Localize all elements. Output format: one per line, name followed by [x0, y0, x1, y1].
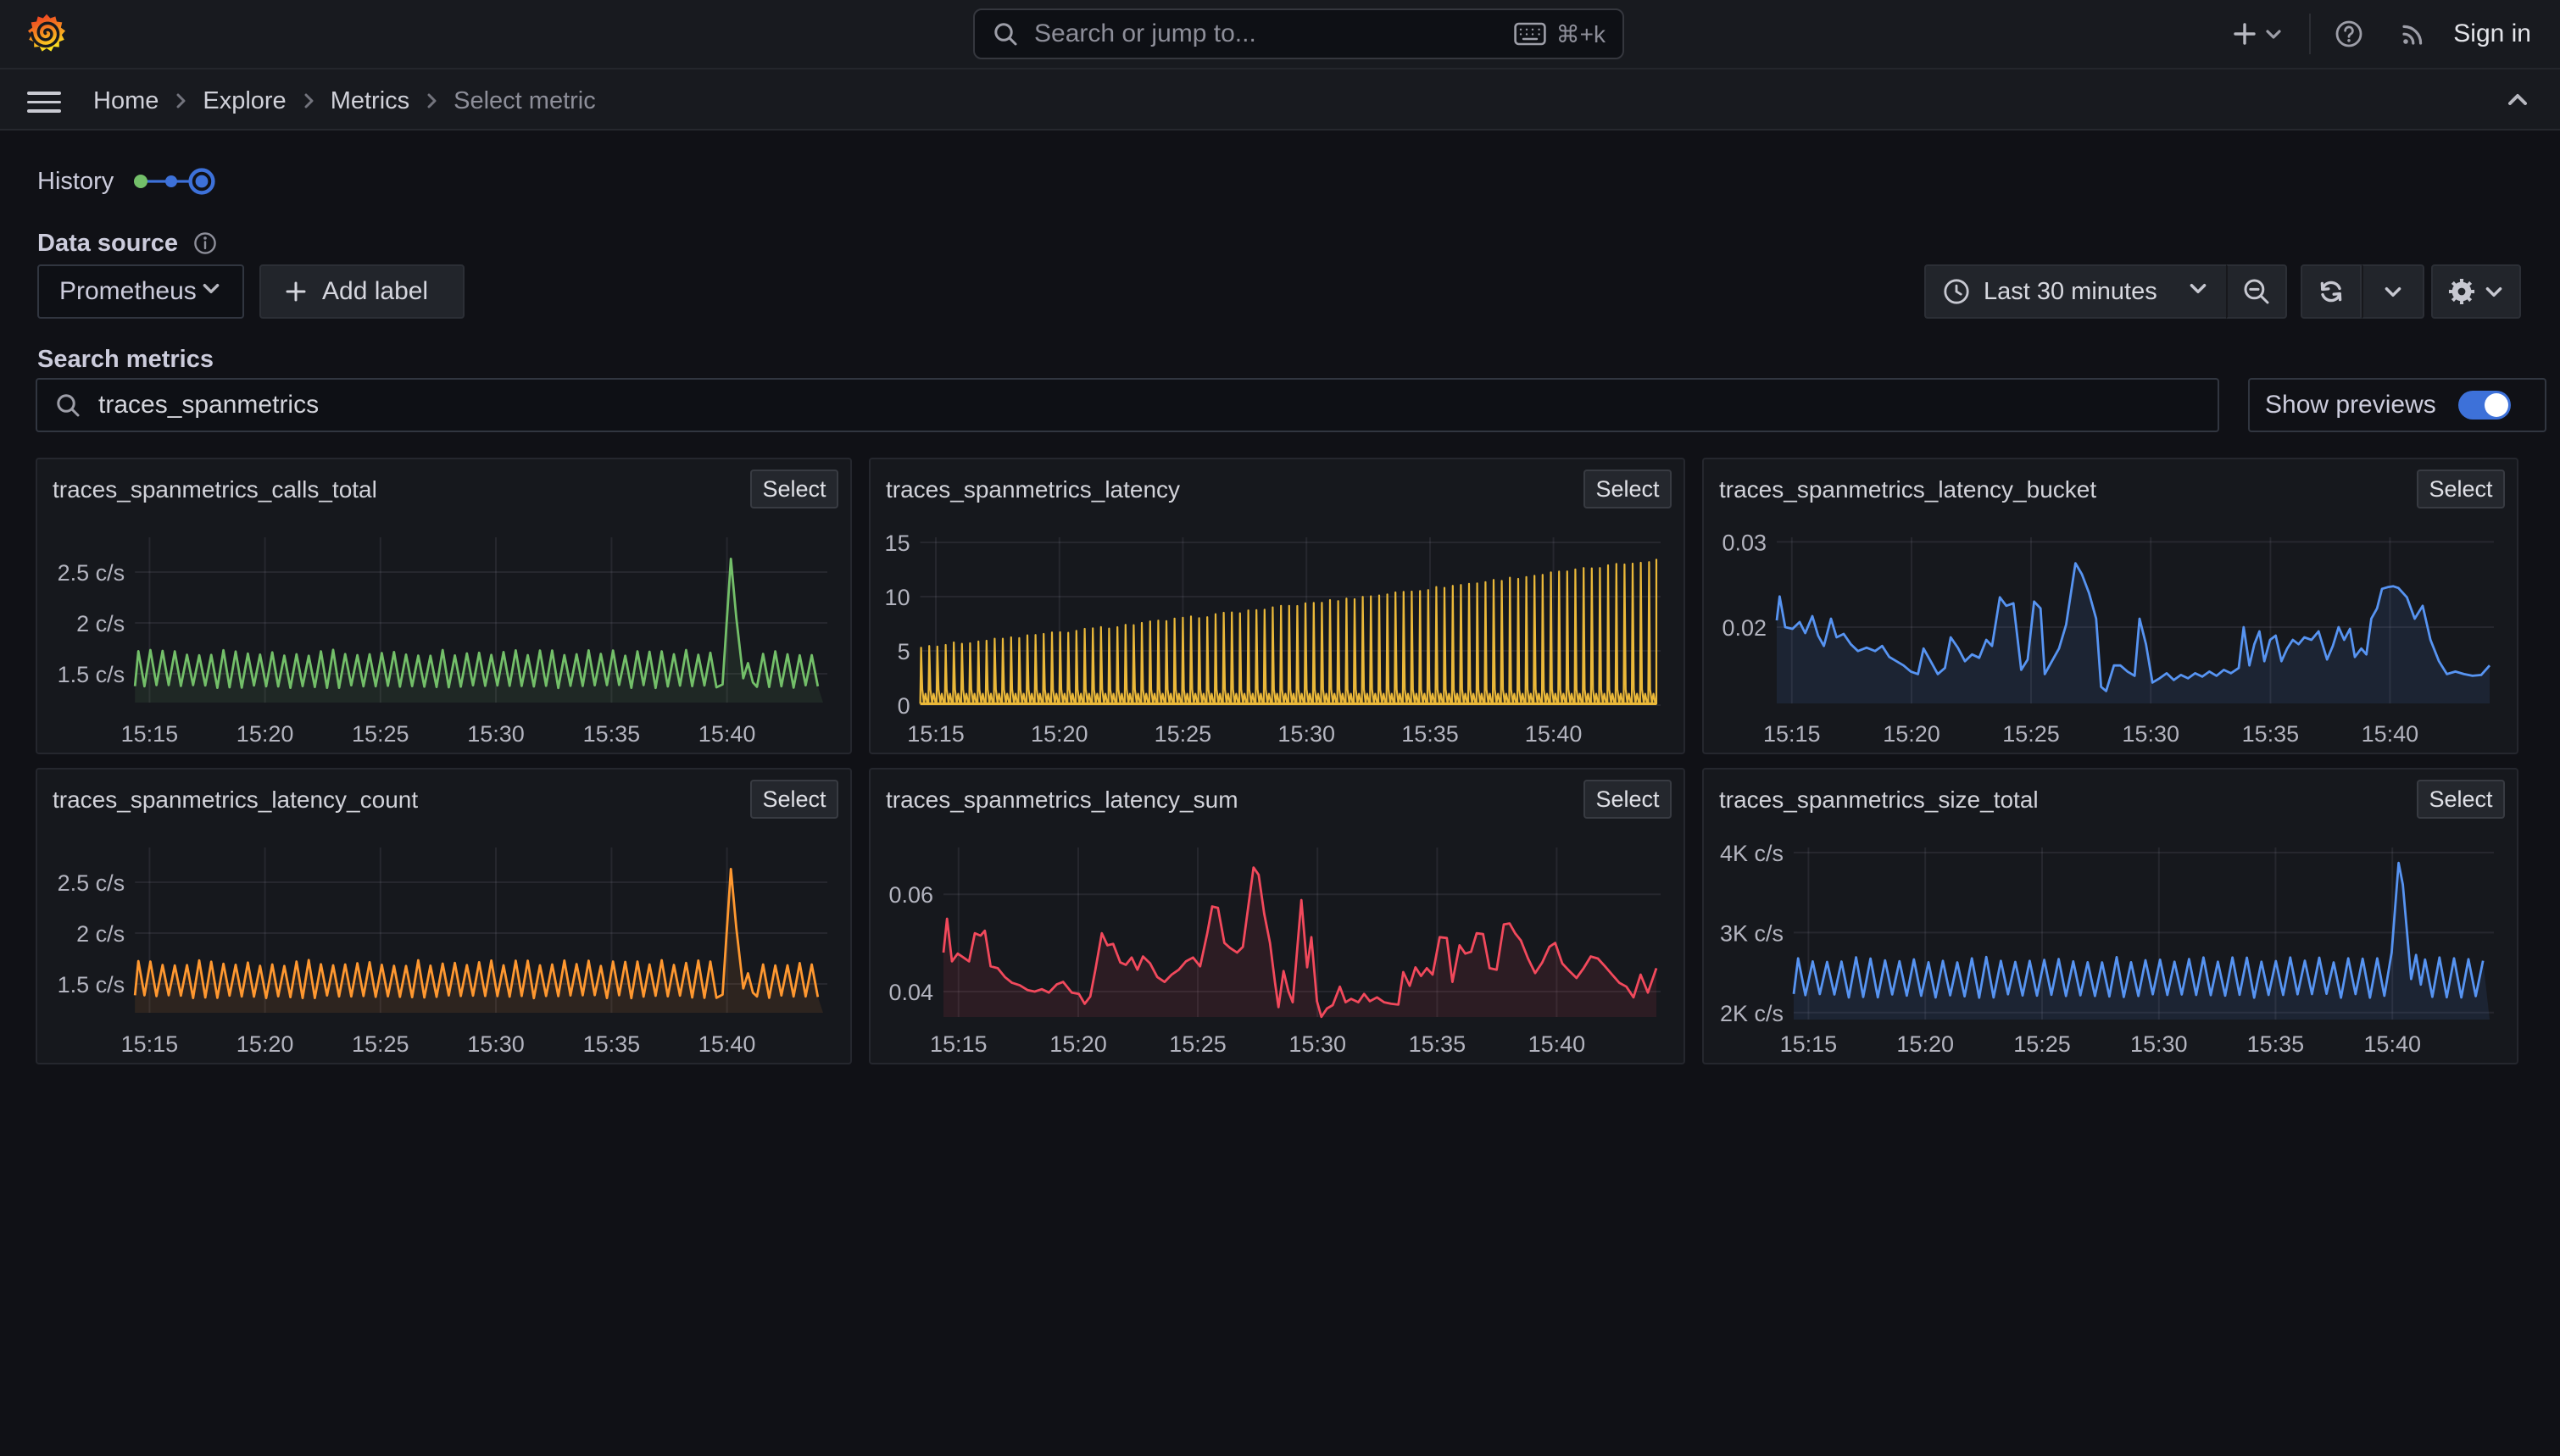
svg-text:15:40: 15:40	[698, 721, 756, 747]
svg-text:15:30: 15:30	[2130, 1031, 2188, 1057]
svg-text:2K c/s: 2K c/s	[1720, 1001, 1784, 1026]
svg-text:15:15: 15:15	[121, 1031, 179, 1057]
svg-text:4K c/s: 4K c/s	[1720, 841, 1784, 866]
svg-text:2 c/s: 2 c/s	[76, 611, 125, 636]
svg-text:15:15: 15:15	[121, 721, 179, 747]
svg-text:15:15: 15:15	[1780, 1031, 1838, 1057]
svg-text:0.04: 0.04	[888, 980, 933, 1005]
svg-text:15:15: 15:15	[907, 721, 965, 747]
svg-text:15:20: 15:20	[237, 1031, 294, 1057]
svg-text:15:20: 15:20	[1031, 721, 1088, 747]
svg-text:15:35: 15:35	[2242, 721, 2300, 747]
svg-text:15:35: 15:35	[1409, 1031, 1466, 1057]
svg-text:15: 15	[885, 531, 910, 556]
svg-text:10: 10	[885, 585, 910, 610]
svg-text:15:30: 15:30	[1277, 721, 1335, 747]
svg-text:15:30: 15:30	[467, 721, 525, 747]
svg-text:15:35: 15:35	[1401, 721, 1459, 747]
svg-text:15:30: 15:30	[467, 1031, 525, 1057]
svg-text:15:25: 15:25	[1169, 1031, 1227, 1057]
svg-text:15:25: 15:25	[2013, 1031, 2071, 1057]
svg-text:15:20: 15:20	[237, 721, 294, 747]
svg-text:15:15: 15:15	[930, 1031, 988, 1057]
svg-text:5: 5	[898, 639, 910, 664]
svg-text:0.02: 0.02	[1722, 615, 1767, 641]
svg-text:15:40: 15:40	[2363, 1031, 2421, 1057]
svg-text:15:40: 15:40	[1528, 1031, 1586, 1057]
svg-text:1.5 c/s: 1.5 c/s	[58, 662, 125, 687]
svg-text:15:20: 15:20	[1896, 1031, 1954, 1057]
svg-text:15:30: 15:30	[1288, 1031, 1346, 1057]
svg-text:15:40: 15:40	[2362, 721, 2419, 747]
svg-text:15:25: 15:25	[2002, 721, 2060, 747]
svg-text:2 c/s: 2 c/s	[76, 921, 125, 947]
svg-text:3K c/s: 3K c/s	[1720, 920, 1784, 946]
svg-text:2.5 c/s: 2.5 c/s	[58, 870, 125, 896]
svg-text:0.03: 0.03	[1722, 530, 1767, 555]
svg-text:2.5 c/s: 2.5 c/s	[58, 560, 125, 586]
svg-text:15:35: 15:35	[583, 1031, 641, 1057]
svg-text:15:25: 15:25	[352, 721, 409, 747]
svg-text:15:35: 15:35	[583, 721, 641, 747]
svg-text:0.06: 0.06	[888, 882, 933, 908]
svg-text:15:40: 15:40	[1525, 721, 1583, 747]
svg-text:0: 0	[898, 693, 910, 719]
svg-text:15:20: 15:20	[1049, 1031, 1107, 1057]
svg-text:15:20: 15:20	[1883, 721, 1940, 747]
svg-text:15:40: 15:40	[698, 1031, 756, 1057]
svg-text:15:35: 15:35	[2247, 1031, 2305, 1057]
svg-text:15:15: 15:15	[1763, 721, 1821, 747]
svg-text:15:30: 15:30	[2122, 721, 2179, 747]
svg-text:15:25: 15:25	[352, 1031, 409, 1057]
svg-text:1.5 c/s: 1.5 c/s	[58, 972, 125, 998]
svg-text:15:25: 15:25	[1155, 721, 1212, 747]
